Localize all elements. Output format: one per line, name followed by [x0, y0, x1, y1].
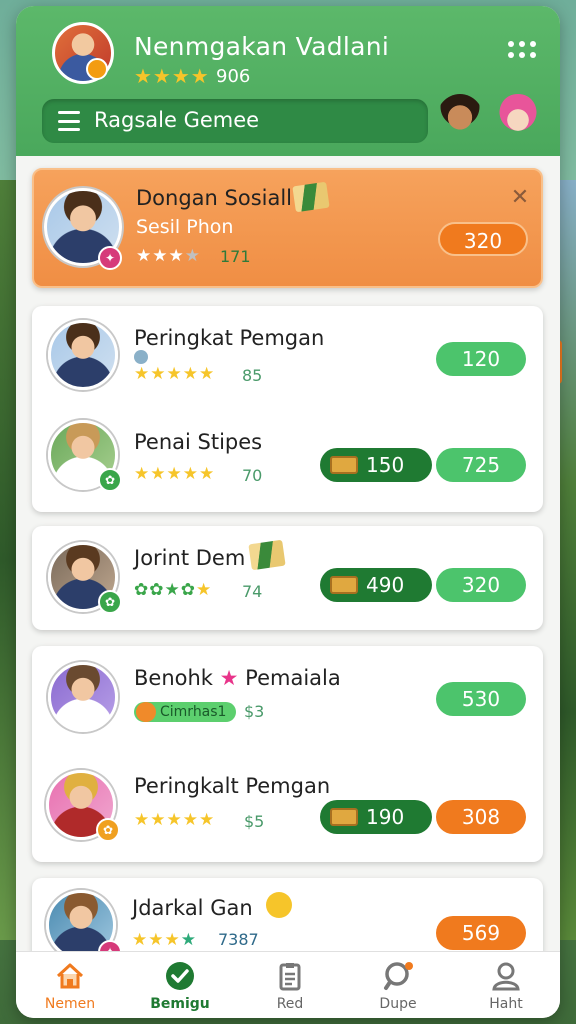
list-item[interactable]: ✿ Jorint Dem ✿✿★✿★ 74 490 320 [32, 526, 543, 630]
player-name: Jdarkal Gan [132, 896, 253, 920]
player-name: Jorint Dem [134, 546, 246, 570]
leaf-badge-icon: ✿ [98, 468, 122, 492]
player-stars: ★★★★ [134, 64, 210, 88]
player-rating: $3 [244, 702, 265, 721]
nav-label: Haht [489, 996, 523, 1012]
nav-label: Nemen [44, 996, 96, 1012]
player-card: Peringkat Pemgan ★★★★★ 85 120 ✿ Penai St… [32, 306, 543, 512]
list-item[interactable]: ✿ Peringkalt Pemgan ★★★★★ $5 190 308 [32, 754, 543, 862]
leaderboard-panel: Nenmgakan Vadlani ★★★★ 906 Ragsale Gemee… [16, 6, 560, 1018]
cash-pill[interactable]: 490 [320, 568, 432, 602]
player-name: Peringkalt Pemgan [134, 774, 331, 798]
lightning-icon [266, 892, 292, 918]
nav-label: Red [276, 996, 304, 1012]
nav-haht[interactable]: Haht [452, 952, 560, 1018]
player-score: 906 [216, 66, 251, 87]
profile-icon [492, 962, 520, 991]
player-card: ✿ Jorint Dem ✿✿★✿★ 74 490 320 [32, 526, 543, 630]
player-card: Benohk ★ Pemaiala Cimrhas1 $3 530 ✿ Peri… [32, 646, 543, 862]
player-rating: 85 [242, 366, 263, 385]
chips-tag: Cimrhas1 [134, 702, 237, 722]
player-name: Penai Stipes [134, 430, 263, 454]
cash-icon [330, 456, 358, 474]
friend-avatar[interactable] [436, 94, 484, 146]
header: Nenmgakan Vadlani ★★★★ 906 Ragsale Gemee [16, 6, 560, 156]
player-stars: ✿✿★✿★ [134, 580, 213, 600]
score-pill[interactable]: 320 [438, 222, 528, 256]
nav-label: Dupe [379, 996, 417, 1012]
hamburger-icon [58, 111, 80, 131]
cash-pill[interactable]: 150 [320, 448, 432, 482]
player-name: Benohk ★ Pemaiala [134, 666, 341, 690]
leaf-badge-icon: ✿ [98, 590, 122, 614]
player-stars: ★★★★★ [134, 364, 216, 384]
score-pill[interactable]: 569 [436, 916, 526, 950]
game-select-dropdown[interactable]: Ragsale Gemee [42, 99, 428, 143]
home-icon [56, 963, 84, 989]
nav-bemigu[interactable]: Bemigu [126, 952, 234, 1018]
score-pill[interactable]: 530 [436, 682, 526, 716]
profile-badge-icon [86, 58, 108, 80]
score-pill[interactable]: 725 [436, 448, 526, 482]
player-rating: 7387 [218, 930, 259, 949]
bottom-navigation: Nemen Bemigu Red Dupe Haht [16, 951, 560, 1018]
player-rating: 70 [242, 466, 263, 485]
cash-icon [330, 576, 358, 594]
clipboard-icon [279, 963, 301, 991]
chip-icon [136, 702, 156, 722]
avatar [48, 320, 118, 390]
list-item[interactable]: Benohk ★ Pemaiala Cimrhas1 $3 530 [32, 646, 543, 754]
player-stars: ★★★★★ [134, 464, 216, 484]
list-item[interactable]: Peringkat Pemgan ★★★★★ 85 120 [32, 306, 543, 406]
nav-home[interactable]: Nemen [16, 952, 124, 1018]
score-pill[interactable]: 120 [436, 342, 526, 376]
player-subtitle: Sesil Phon [136, 216, 234, 238]
featured-player-card[interactable]: ✦ Dongan Sosiall Sesil Phon ★★★★ 171 ✕ 3… [32, 168, 543, 288]
flower-badge-icon: ✿ [96, 818, 120, 842]
player-stars: ★★★★★ [134, 810, 216, 830]
close-icon[interactable]: ✕ [508, 186, 532, 210]
game-select-label: Ragsale Gemee [94, 108, 260, 132]
list-item[interactable]: ✿ Penai Stipes ★★★★★ 70 150 725 [32, 406, 543, 512]
score-pill[interactable]: 308 [436, 800, 526, 834]
friend-avatar[interactable] [494, 94, 542, 146]
cash-icon [330, 808, 358, 826]
cards-icon [292, 181, 330, 213]
pin-icon: ✦ [98, 246, 122, 270]
player-stars: ★★★★ [136, 246, 201, 266]
player-name: Dongan Sosiall [136, 186, 293, 210]
grid-menu-icon[interactable] [508, 34, 538, 64]
check-circle-icon [166, 962, 194, 990]
player-name: Nenmgakan Vadlani [134, 32, 390, 61]
leaderboard-list: ✦ Dongan Sosiall Sesil Phon ★★★★ 171 ✕ 3… [16, 156, 560, 968]
avatar [48, 662, 118, 732]
nav-red[interactable]: Red [236, 952, 344, 1018]
cards-icon [248, 539, 286, 571]
coin-icon [134, 350, 148, 364]
player-rating: $5 [244, 812, 265, 831]
player-rating: 171 [220, 247, 251, 266]
cash-pill[interactable]: 190 [320, 800, 432, 834]
player-rating: 74 [242, 582, 263, 601]
search-icon [384, 962, 413, 990]
score-pill[interactable]: 320 [436, 568, 526, 602]
nav-dupe[interactable]: Dupe [344, 952, 452, 1018]
nav-label: Bemigu [150, 996, 210, 1012]
player-name: Peringkat Pemgan [134, 326, 325, 350]
player-stars: ★★★★ [132, 930, 197, 950]
